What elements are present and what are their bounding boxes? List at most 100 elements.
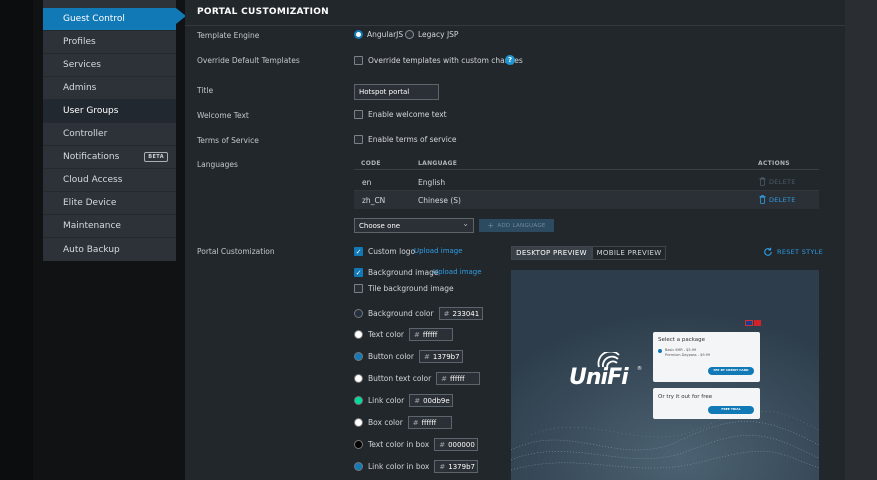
languages-table-header: CODE LANGUAGE ACTIONS <box>354 157 819 170</box>
window-left-edge <box>0 0 33 480</box>
color-swatch[interactable] <box>354 330 363 339</box>
delete-label: DELETE <box>769 177 796 186</box>
checkbox-icon <box>354 110 363 119</box>
sidebar-item-profiles[interactable]: Profiles <box>43 31 176 54</box>
language-select-value: Choose one <box>359 221 401 230</box>
column-header-language: LANGUAGE <box>418 160 458 167</box>
override-templates-checkbox[interactable]: Override templates with custom changes <box>354 56 523 65</box>
color-label: Background color <box>368 309 434 318</box>
color-label: Box color <box>368 418 403 427</box>
sidebar-item-label: User Groups <box>63 106 119 116</box>
package-card-title: Select a package <box>658 337 706 343</box>
hex-value: 1379b7 <box>432 352 460 361</box>
pay-by-credit-card-button[interactable]: PAY BY CREDIT CARD <box>708 367 754 375</box>
link-color-row: Link color #00db9e <box>354 394 454 407</box>
checkbox-checked-icon: ✓ <box>354 268 363 277</box>
color-hex-input[interactable]: #233041 <box>438 307 483 320</box>
tab-desktop-preview[interactable]: DESKTOP PREVIEW <box>511 246 592 260</box>
sidebar-item-services[interactable]: Services <box>43 54 176 77</box>
window-right-edge <box>845 0 877 480</box>
hex-value: 233041 <box>452 309 480 318</box>
language-code: en <box>362 178 372 187</box>
column-header-actions: ACTIONS <box>758 160 790 167</box>
sidebar-item-label: Elite Device <box>63 198 117 208</box>
trash-icon <box>759 177 766 186</box>
background-image-checkbox[interactable]: ✓ Background image <box>354 268 439 277</box>
delete-button[interactable]: DELETE <box>759 195 796 204</box>
package-option: Basic 6HR - $5.99 <box>665 348 697 352</box>
page-title: PORTAL CUSTOMIZATION <box>197 7 329 17</box>
sidebar-item-guest-control[interactable]: Guest Control <box>43 8 176 31</box>
china-flag-icon[interactable] <box>754 320 761 326</box>
color-label: Button text color <box>368 374 432 383</box>
hash-icon: # <box>443 309 450 318</box>
checkbox-label: Enable terms of service <box>368 135 457 144</box>
color-hex-input[interactable]: #00db9e <box>409 394 454 407</box>
checkbox-label: Custom logo <box>368 247 416 256</box>
uk-flag-icon[interactable] <box>745 320 753 326</box>
free-trial-button[interactable]: FREE TRIAL <box>708 406 754 414</box>
sidebar-item-notifications[interactable]: Notifications BETA <box>43 146 176 169</box>
color-hex-input[interactable]: #000000 <box>434 438 479 451</box>
welcome-text-checkbox[interactable]: Enable welcome text <box>354 110 447 119</box>
hash-icon: # <box>439 440 446 449</box>
hash-icon: # <box>414 330 420 339</box>
hex-value: ffffff <box>421 418 437 427</box>
add-language-button[interactable]: + ADD LANGUAGE <box>479 219 554 232</box>
terms-of-service-checkbox[interactable]: Enable terms of service <box>354 135 457 144</box>
color-swatch[interactable] <box>354 418 363 427</box>
settings-sidebar: Guest Control Profiles Services Admins U… <box>43 0 176 261</box>
color-hex-input[interactable]: #1379b7 <box>418 350 463 363</box>
color-hex-input[interactable]: #1379b7 <box>434 460 479 473</box>
unifi-logo-text: UniFi <box>569 365 629 390</box>
checkbox-label: Override templates with custom changes <box>368 56 523 65</box>
language-name: Chinese (S) <box>418 196 461 205</box>
upload-logo-link[interactable]: Upload image <box>414 247 463 255</box>
column-header-code: CODE <box>361 160 381 167</box>
color-swatch[interactable] <box>354 462 363 471</box>
upload-background-link[interactable]: Upload image <box>433 268 482 276</box>
sidebar-item-elite-device[interactable]: Elite Device <box>43 192 176 215</box>
text-color-row: Text color # ffffff <box>354 328 454 341</box>
custom-logo-checkbox[interactable]: ✓ Custom logo <box>354 247 415 256</box>
language-select[interactable]: Choose one ⌄ <box>354 218 474 233</box>
reset-style-button[interactable]: RESET STYLE <box>763 247 823 257</box>
sidebar-item-maintenance[interactable]: Maintenance <box>43 215 176 238</box>
radio-selected-icon <box>354 30 363 39</box>
sidebar-item-admins[interactable]: Admins <box>43 77 176 100</box>
engine-radio-legacy-jsp[interactable]: Legacy JSP <box>405 30 458 39</box>
title-input[interactable]: Hotspot portal <box>354 84 439 100</box>
checkbox-icon <box>354 135 363 144</box>
color-swatch[interactable] <box>354 440 363 449</box>
color-swatch[interactable] <box>354 309 363 318</box>
engine-radio-angularjs[interactable]: AngularJS <box>354 30 403 39</box>
sidebar-item-label: Profiles <box>63 37 96 47</box>
sidebar-item-controller[interactable]: Controller <box>43 123 176 146</box>
sidebar-item-cloud-access[interactable]: Cloud Access <box>43 169 176 192</box>
languages-label: Languages <box>197 160 238 169</box>
welcome-text-label: Welcome Text <box>197 111 249 120</box>
color-label: Button color <box>368 352 414 361</box>
hex-value: 00db9e <box>423 396 450 405</box>
background-color-row: Background color #233041 <box>354 307 483 320</box>
color-hex-input[interactable]: # ffffff <box>409 328 454 341</box>
portal-customization-label: Portal Customization <box>197 247 275 256</box>
color-swatch[interactable] <box>354 396 363 405</box>
color-hex-input[interactable]: # ffffff <box>407 416 452 429</box>
table-row: zh_CN Chinese (S) DELETE <box>354 191 819 209</box>
add-language-label: ADD LANGUAGE <box>497 222 546 229</box>
color-swatch[interactable] <box>354 374 363 383</box>
color-swatch[interactable] <box>354 352 363 361</box>
sidebar-item-label: Services <box>63 60 101 70</box>
color-hex-input[interactable]: # ffffff <box>436 372 481 385</box>
question-icon[interactable]: ? <box>505 55 515 65</box>
checkbox-icon <box>354 284 363 293</box>
checkbox-label: Tile background image <box>368 284 454 293</box>
tab-mobile-preview[interactable]: MOBILE PREVIEW <box>592 246 666 260</box>
sidebar-item-user-groups[interactable]: User Groups <box>43 100 176 123</box>
radio-selected-icon[interactable] <box>658 349 662 353</box>
sidebar-item-auto-backup[interactable]: Auto Backup <box>43 238 176 261</box>
trash-icon <box>759 195 766 204</box>
language-code: zh_CN <box>362 196 386 205</box>
tile-background-checkbox[interactable]: Tile background image <box>354 284 454 293</box>
